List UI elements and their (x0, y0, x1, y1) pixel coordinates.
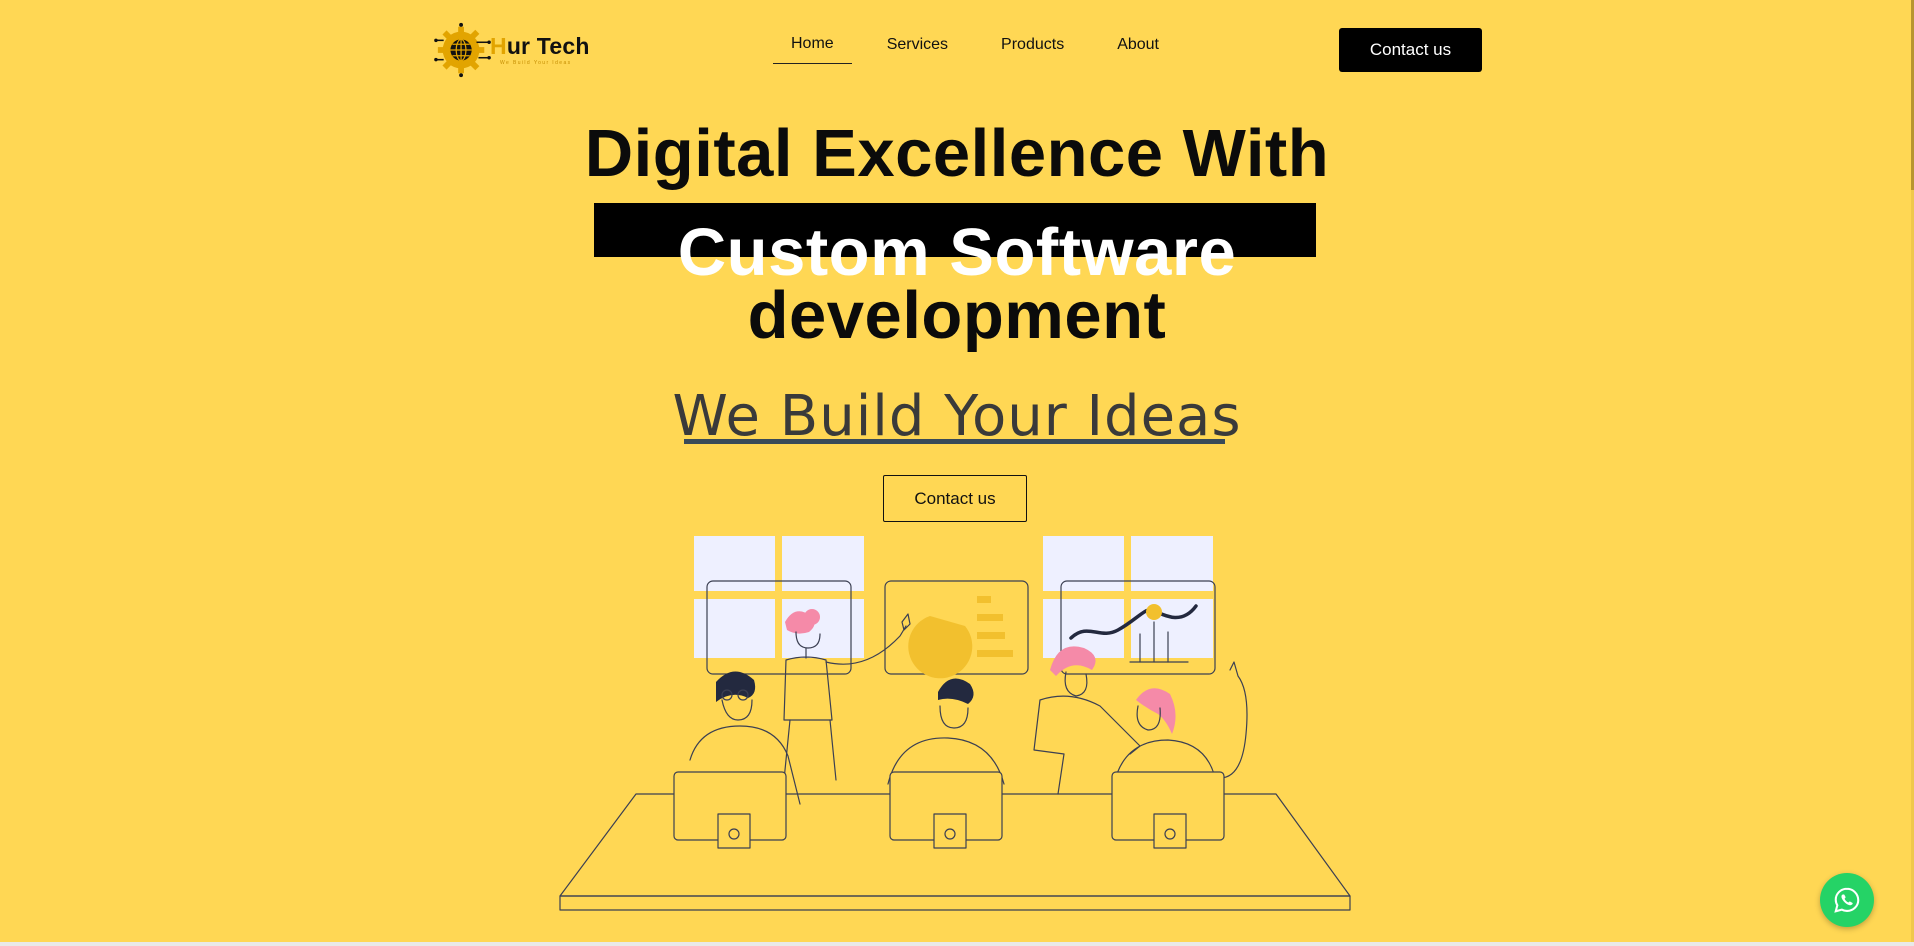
logo-name: Hur Tech (490, 32, 590, 59)
whatsapp-button[interactable] (1820, 873, 1874, 927)
tagline-underline (684, 439, 1225, 444)
logo-tagline: We Build Your Ideas (500, 59, 572, 66)
hero-heading-line3: development (747, 278, 1167, 353)
logo-text: Hur Tech We Build Your Ideas (490, 32, 590, 66)
window-left (694, 536, 864, 675)
header-contact-button[interactable]: Contact us (1339, 28, 1482, 72)
main-nav: Home Services Products About (773, 30, 1194, 64)
nav-services[interactable]: Services (869, 30, 966, 60)
logo-name-initial: H (490, 32, 507, 59)
logo[interactable]: Hur Tech We Build Your Ideas (434, 22, 624, 78)
seated-man-center (887, 678, 1005, 785)
whatsapp-icon (1834, 887, 1860, 913)
logo-name-rest: ur Tech (506, 32, 590, 59)
page-bottom-edge (0, 942, 1914, 946)
nav-about[interactable]: About (1099, 30, 1177, 60)
presentation-board (884, 580, 1029, 679)
monitors (673, 771, 1225, 849)
hero-contact-button[interactable]: Contact us (883, 475, 1027, 522)
nav-home[interactable]: Home (773, 30, 852, 64)
hero-heading-line1: Digital Excellence With (584, 116, 1330, 191)
nav-products[interactable]: Products (983, 30, 1082, 60)
team-office-illustration (559, 536, 1351, 911)
gear-globe-logo-icon (434, 22, 491, 78)
